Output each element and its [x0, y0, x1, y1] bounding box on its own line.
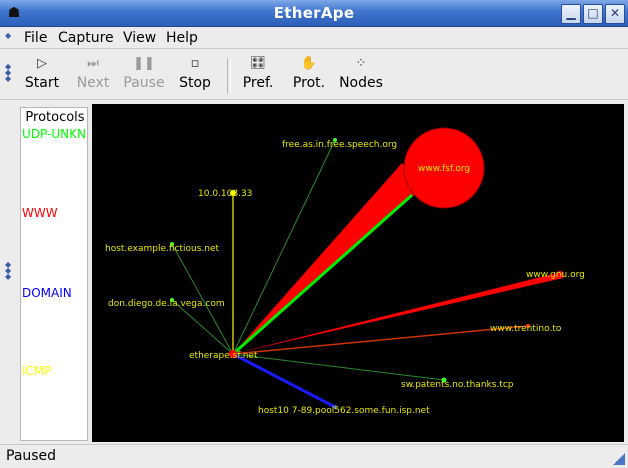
- window-title: EtherApe: [273, 4, 355, 22]
- resize-grip-icon[interactable]: [613, 453, 625, 465]
- menu-help[interactable]: Help: [166, 29, 198, 47]
- menu-capture[interactable]: Capture: [58, 29, 114, 47]
- link-gnu: [233, 272, 563, 354]
- protocol-www[interactable]: WWW: [22, 206, 58, 220]
- pause-icon: ❚❚: [133, 56, 155, 71]
- stop-icon: ▫: [190, 56, 200, 71]
- protocols-button[interactable]: ✋ Prot.: [291, 54, 327, 98]
- play-icon: ▷: [37, 56, 47, 71]
- link-sw-patents: [232, 353, 445, 381]
- link-trentino: [232, 325, 529, 355]
- label-fsf: www.fsf.org: [418, 164, 470, 174]
- nodes-button[interactable]: ⁘ Nodes: [338, 54, 384, 98]
- pause-button[interactable]: ❚❚ Pause: [122, 54, 166, 98]
- link-host10: [232, 352, 336, 409]
- protocols-handle-icon[interactable]: ◆ ◆ ◆: [5, 261, 11, 281]
- menu-file[interactable]: File: [24, 29, 47, 47]
- toolbar: ◆ ◆ ◆ ▷ Start ⏭ Next ❚❚ Pause ▫ Stop 🎛 Pre…: [0, 50, 628, 100]
- minimize-button[interactable]: ▁: [561, 4, 581, 24]
- label-trentino: www.trentino.to: [490, 324, 562, 334]
- close-button[interactable]: ✕: [605, 4, 625, 24]
- protocols-header: Protocols: [25, 110, 85, 125]
- toolbar-handle-icon[interactable]: ◆ ◆ ◆: [5, 63, 11, 83]
- status-bar: Paused: [0, 444, 628, 468]
- next-button[interactable]: ⏭ Next: [74, 54, 112, 98]
- label-sw-patents: sw.patents.no.thanks.tcp: [401, 380, 514, 390]
- start-button[interactable]: ▷ Start: [24, 54, 60, 98]
- link-fsf: [233, 163, 420, 354]
- label-host-example: host.example.fictious.net: [105, 244, 220, 254]
- link-fsf-udp: [232, 193, 413, 356]
- toolbar-separator: [227, 58, 231, 94]
- menubar-handle-icon[interactable]: ◆: [5, 32, 11, 40]
- status-text: Paused: [6, 448, 57, 464]
- protocol-domain[interactable]: DOMAIN: [22, 286, 72, 300]
- fast-forward-icon: ⏭: [87, 56, 99, 71]
- preferences-icon: 🎛: [249, 56, 267, 71]
- protocols-panel: Protocols UDP-UNKN WWW DOMAIN ICMP: [20, 107, 88, 441]
- protocols-icon: ✋: [300, 56, 318, 71]
- label-host10: host10 7-89.pool562.some.fun.isp.net: [258, 406, 430, 416]
- network-diagram[interactable]: free.as.in.free.speech.org www.fsf.org 1…: [92, 104, 624, 442]
- menu-view[interactable]: View: [123, 29, 156, 47]
- label-freespeech: free.as.in.free.speech.org: [282, 140, 397, 150]
- title-bar: ☗ EtherApe ▁ □ ✕: [0, 0, 628, 27]
- menu-bar: ◆ File Capture View Help: [0, 27, 628, 49]
- label-10-0-108-33: 10.0.108.33: [198, 189, 252, 199]
- label-don-diego: don.diego.de.la.vega.com: [108, 299, 225, 309]
- stop-button[interactable]: ▫ Stop: [178, 54, 212, 98]
- link-freespeech: [232, 139, 336, 355]
- nodes-icon: ⁘: [355, 56, 367, 71]
- maximize-button[interactable]: □: [583, 4, 603, 24]
- protocol-icmp[interactable]: ICMP: [22, 364, 52, 378]
- diagram-svg: free.as.in.free.speech.org www.fsf.org 1…: [105, 127, 585, 416]
- label-center: etherape.sf.net: [189, 351, 258, 361]
- label-gnu: www.gnu.org: [526, 270, 585, 280]
- protocol-udp-unkn[interactable]: UDP-UNKN: [22, 127, 86, 141]
- preferences-button[interactable]: 🎛 Pref.: [241, 54, 275, 98]
